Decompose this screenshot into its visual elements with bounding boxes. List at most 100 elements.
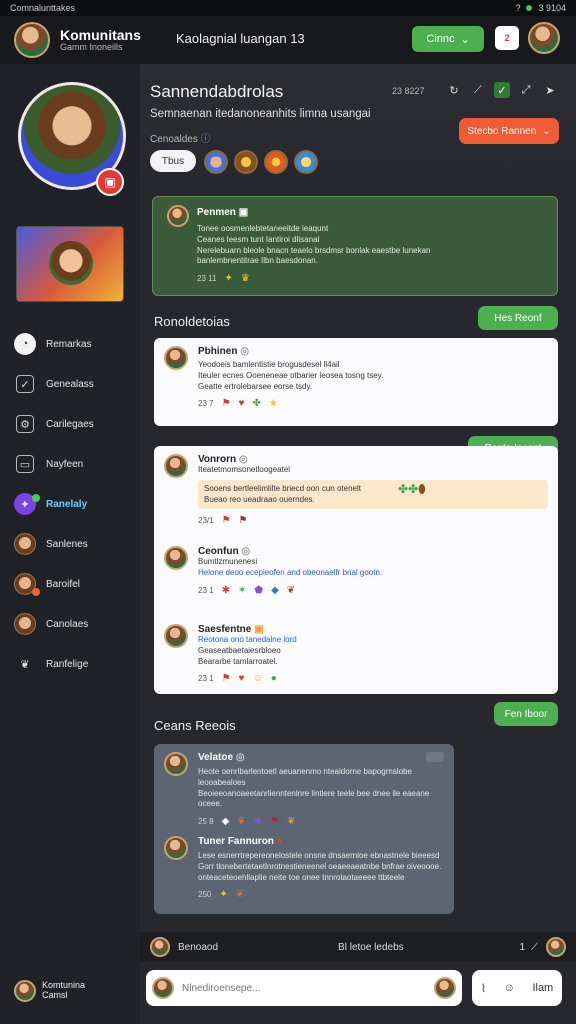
item-body: Bumtlzmunenesi bbox=[198, 557, 258, 566]
thread-card: Pbhinen ◎ Yeodoeis bamlentistie brogusde… bbox=[154, 338, 558, 426]
item-author: Vonrorn ◎ bbox=[198, 454, 248, 465]
pin-icon[interactable]: ⟋ bbox=[470, 82, 486, 98]
link-icon[interactable]: ⤢ bbox=[518, 82, 534, 98]
sidebar-item-nayfeen[interactable]: ▭ Nayfeen bbox=[14, 444, 140, 484]
avatar[interactable] bbox=[14, 22, 50, 58]
channel-meta-text: Cenoaldes bbox=[150, 134, 198, 145]
filter-button[interactable]: Fen Iboor bbox=[494, 702, 558, 726]
list-item[interactable]: Saesfentne ▣ Reotona ono tanedalne lord … bbox=[154, 616, 558, 692]
list-item[interactable]: Vonrorn ◎ Iteatetmomsonetloogeatel Sooen… bbox=[154, 446, 558, 530]
sidebar-item-ranfelige[interactable]: ❦ Ranfelige bbox=[14, 644, 140, 684]
fire-icon[interactable] bbox=[264, 150, 288, 174]
emoji-avatar[interactable] bbox=[434, 977, 456, 999]
sidebar-item-sanlenes[interactable]: Sanlenes bbox=[14, 524, 140, 564]
star-icon[interactable]: ✦ bbox=[219, 889, 227, 900]
status-bar: Comnalunttakes ? 3 9104 bbox=[0, 0, 576, 16]
avatar[interactable] bbox=[546, 937, 566, 957]
item-time: 250 bbox=[198, 890, 212, 900]
info-icon[interactable]: ⓘ bbox=[201, 134, 211, 145]
attach-icon[interactable]: ⌇ bbox=[481, 982, 486, 995]
participant-count: 1 bbox=[519, 941, 525, 953]
flag-icon[interactable]: ⚑ bbox=[222, 398, 231, 409]
sidebar-item-ranelaly[interactable]: ✦ Ranelaly bbox=[14, 484, 140, 524]
gem-icon[interactable]: ⬟ bbox=[254, 585, 263, 596]
share-icon[interactable]: ➤ bbox=[542, 82, 558, 98]
star-icon[interactable]: ✱ bbox=[254, 816, 262, 827]
game-banner[interactable] bbox=[16, 226, 124, 302]
user-icon bbox=[14, 533, 36, 555]
pin-icon[interactable]: ⟋ bbox=[531, 942, 538, 953]
sidebar-item-label: Canolaes bbox=[46, 618, 89, 630]
flag-icon[interactable]: ⚑ bbox=[222, 673, 231, 684]
star-icon[interactable]: ✱ bbox=[222, 585, 230, 596]
leaf-icon: ❦ bbox=[20, 658, 30, 671]
tag-pill[interactable]: Tbus bbox=[150, 150, 196, 172]
list-item[interactable]: Pbhinen ◎ Yeodoeis bamlentistie brogusde… bbox=[154, 338, 558, 426]
star-icon[interactable]: ✶ bbox=[238, 585, 246, 596]
sidebar-item-canolaes[interactable]: Canolaes bbox=[14, 604, 140, 644]
flag-icon[interactable]: ⚑ bbox=[239, 515, 248, 526]
item-link[interactable]: Helone deoo ecepieofen and obeonaelfr bn… bbox=[198, 568, 548, 579]
pinned-post[interactable]: Penmen ▣ Tonee oosmenlebtetaneeitde ieaq… bbox=[152, 196, 558, 296]
channel-title: Sannendabdrolas bbox=[150, 82, 284, 101]
sidebar-item-remarkas[interactable]: ◔ Remarkas bbox=[14, 324, 140, 364]
status-right: ? 3 9104 bbox=[515, 3, 566, 13]
flag-icon[interactable]: ⚑ bbox=[270, 816, 279, 827]
list-item[interactable]: Tuner Fannuron ♥ Lese esnerrtrepereonelo… bbox=[154, 828, 454, 914]
heart-icon[interactable]: ♥ bbox=[239, 673, 245, 684]
emoji-icon[interactable]: ☺ bbox=[504, 982, 515, 994]
cube-icon[interactable]: ◆ bbox=[222, 816, 230, 827]
sidebar: ▣ ◔ Remarkas ✓ Genealass ⚙ Carilegaes ▭ … bbox=[0, 64, 140, 1024]
crown-icon[interactable]: ♛ bbox=[241, 273, 250, 284]
character-image bbox=[49, 241, 93, 285]
leaf-icon[interactable]: ❦ bbox=[237, 816, 245, 827]
flag-icon[interactable]: ⚑ bbox=[222, 515, 231, 526]
heart-icon[interactable]: ♥ bbox=[239, 398, 245, 409]
post-body: Tonee oosmenlebtetaneeitde ieaqunt Ceane… bbox=[197, 224, 431, 266]
profile-avatar[interactable] bbox=[528, 22, 560, 54]
new-reply-button[interactable]: Hes Reonf bbox=[478, 306, 558, 330]
leaf-icon[interactable]: ❦ bbox=[236, 889, 244, 900]
brand: Komunitans Gamm Inoneills bbox=[60, 28, 141, 52]
signal-icon: ? bbox=[515, 3, 521, 13]
item-body: Geaseatbaetaiesrbloeo Beararbe tamlarroa… bbox=[198, 645, 281, 666]
list-item[interactable]: Velatoe ◎ Heote oenrlbarlentoetl aeuanen… bbox=[154, 744, 454, 827]
notification-button[interactable]: 2 bbox=[495, 26, 519, 50]
sidebar-item-genealass[interactable]: ✓ Genealass bbox=[14, 364, 140, 404]
join-button[interactable]: Stecbo Rannen ⌄ bbox=[459, 118, 559, 144]
channel-subtitle: Semnaenan itedanoneanhits limna usangai bbox=[150, 108, 371, 120]
sidebar-user[interactable]: Komtunina Camsl bbox=[14, 980, 85, 1002]
header-time: 23 8227 bbox=[392, 86, 425, 96]
sidebar-item-carilegaes[interactable]: ⚙ Carilegaes bbox=[14, 404, 140, 444]
item-author: Pbhinen ◎ bbox=[198, 346, 249, 357]
reaction-cluster[interactable]: ✤✤⬮ bbox=[398, 482, 426, 497]
smile-icon[interactable]: ☺ bbox=[252, 673, 262, 684]
member-avatar[interactable] bbox=[234, 150, 258, 174]
refresh-icon[interactable]: ↻ bbox=[446, 82, 462, 98]
send-button[interactable]: Ilam bbox=[532, 982, 553, 994]
leaf-icon[interactable]: ❦ bbox=[287, 816, 295, 827]
leaf-icon[interactable]: ❦ bbox=[287, 585, 295, 596]
member-avatar[interactable] bbox=[204, 150, 228, 174]
message-input[interactable] bbox=[182, 982, 434, 994]
tag-pill-label: Tbus bbox=[161, 155, 185, 167]
clover-icon[interactable]: ✤ bbox=[252, 398, 260, 409]
gift-icon[interactable]: ▣ bbox=[96, 168, 124, 196]
star-icon[interactable]: ★ bbox=[269, 398, 278, 409]
list-item[interactable]: Ceonfun ◎ Bumtlzmunenesi Helone deoo ece… bbox=[154, 538, 558, 610]
message-composer bbox=[146, 970, 462, 1006]
cta-button[interactable]: Cinnc ⌄ bbox=[412, 26, 484, 52]
cube-icon[interactable]: ◆ bbox=[271, 585, 279, 596]
sidebar-item-label: Carilegaes bbox=[46, 418, 94, 430]
battery-icon bbox=[526, 5, 533, 11]
item-link[interactable]: Reotona ono tanedalne lord bbox=[198, 635, 548, 646]
sidebar-item-baroifel[interactable]: Baroifel bbox=[14, 564, 140, 604]
coin-icon[interactable]: ● bbox=[271, 673, 277, 684]
chevron-icon: ⌄ bbox=[460, 33, 470, 46]
member-avatar[interactable] bbox=[294, 150, 318, 174]
check-icon[interactable]: ✓ bbox=[494, 82, 510, 98]
clover-icon: ✤ bbox=[398, 482, 409, 496]
filter-label: Fen Iboor bbox=[504, 708, 548, 720]
channel-header: Sannendabdrolas 23 8227 ↻ ⟋ ✓ ⤢ ➤ Semnae… bbox=[140, 64, 576, 194]
star-icon[interactable]: ✦ bbox=[224, 273, 232, 284]
